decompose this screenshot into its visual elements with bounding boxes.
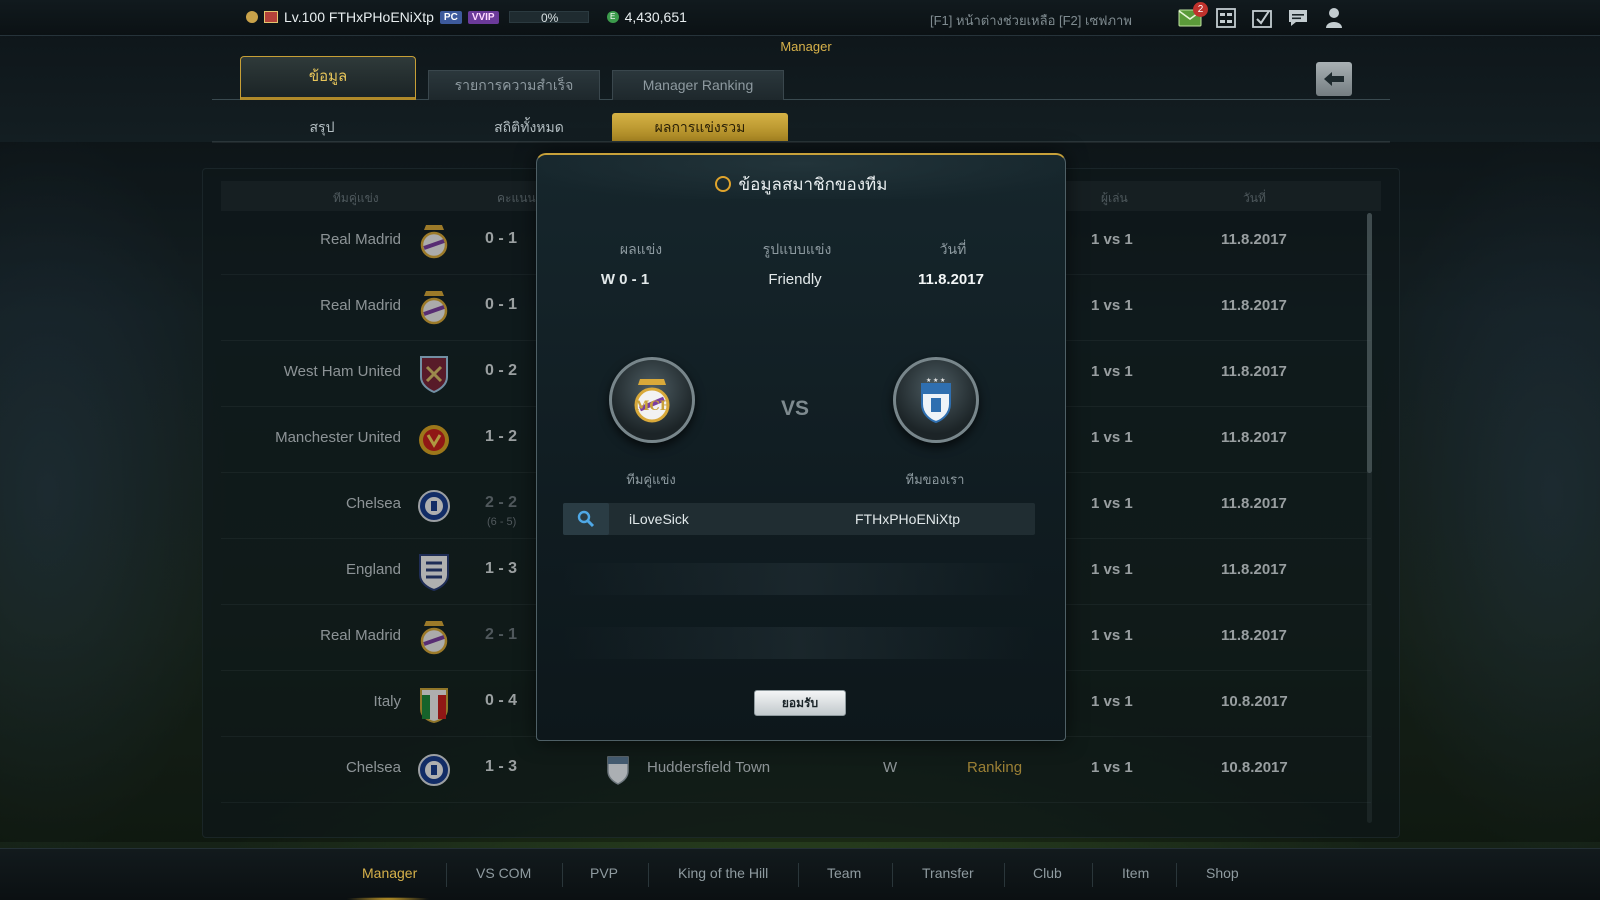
opponent-player-name: iLoveSick (629, 511, 689, 527)
search-icon (577, 510, 595, 528)
nav-club[interactable]: Club (1033, 865, 1062, 881)
country-flag-icon (264, 11, 278, 23)
svg-text:★: ★ (940, 377, 945, 384)
coin-icon: E (606, 11, 619, 23)
nav-divider (1176, 863, 1177, 887)
own-crest: ★ ★ ★ (893, 357, 979, 443)
result-label: ผลแข่ง (619, 241, 663, 257)
mail-icon[interactable]: 2 (1176, 2, 1208, 32)
huddersfield-crest-icon: ★ ★ ★ (921, 377, 951, 424)
nav-divider (648, 863, 649, 887)
opponent-crest: MCF (609, 357, 695, 443)
back-button[interactable] (1316, 62, 1352, 96)
checklist-icon[interactable] (1248, 4, 1276, 32)
real-madrid-crest-icon: MCF (634, 379, 670, 423)
search-circle-icon (714, 176, 731, 192)
svg-text:MCF: MCF (635, 399, 670, 414)
coin-balance: 4,430,651 (624, 9, 687, 25)
top-bar: Lv.100 FTHxPHoENiXtp PC VVIP 0% E 4,430,… (0, 0, 1600, 36)
nav-transfer[interactable]: Transfer (922, 865, 974, 881)
user-info: Lv.100 FTHxPHoENiXtp PC VVIP 0% E 4,430,… (246, 9, 687, 25)
dialog-title: ข้อมูลสมาชิกของทีม (537, 171, 1065, 198)
nav-divider (562, 863, 563, 887)
search-member-button[interactable] (563, 503, 609, 535)
opponent-side-label: ทีมคู่แข่ง (626, 472, 676, 487)
nav-pvp[interactable]: PVP (590, 865, 618, 881)
empty-member-row (563, 627, 1035, 659)
top-icons: 2 (1176, 2, 1348, 32)
versus-label: VS (781, 397, 810, 420)
profile-icon[interactable] (1320, 4, 1348, 32)
chat-icon[interactable] (1284, 4, 1312, 32)
subtab-match-results[interactable]: ผลการแข่งรวม (612, 113, 788, 141)
user-level-name: Lv.100 FTHxPHoENiXtp (284, 9, 434, 25)
subtab-all-stats[interactable]: สถิติทั้งหมด (444, 113, 614, 141)
mode-label: รูปแบบแข่ง (762, 241, 832, 257)
nav-vs-com[interactable]: VS COM (476, 865, 531, 881)
tab-info[interactable]: ข้อมูล (240, 56, 416, 100)
nav-king-of-the-hill[interactable]: King of the Hill (678, 865, 768, 881)
pc-badge: PC (439, 10, 462, 24)
help-hint: [F1] หน้าต่างช่วยเหลือ [F2] เซฟภาพ (930, 13, 1132, 28)
nav-divider (446, 863, 447, 887)
xp-progress-bar: 0% (508, 11, 589, 25)
svg-text:★: ★ (926, 377, 931, 384)
result-value: W 0 - 1 (600, 271, 650, 288)
nav-team[interactable]: Team (827, 865, 861, 881)
nav-divider (892, 863, 893, 887)
nav-item[interactable]: Item (1122, 865, 1149, 881)
rank-badge-icon (246, 11, 258, 23)
xp-percent: 0% (540, 11, 559, 25)
empty-member-row (563, 563, 1035, 595)
bottom-nav: Manager VS COM PVP King of the Hill Team… (0, 848, 1600, 900)
squad-icon[interactable] (1212, 4, 1240, 32)
date-value: 11.8.2017 (918, 271, 984, 288)
svg-text:★: ★ (933, 377, 938, 384)
vip-badge: VVIP (467, 10, 499, 24)
own-player-name: FTHxPHoENiXtp (855, 511, 961, 527)
back-arrow-icon (1324, 72, 1344, 86)
team-member-info-dialog: ข้อมูลสมาชิกของทีม ผลแข่ง W 0 - 1 รูปแบบ… (536, 153, 1066, 741)
section-title: Manager (780, 39, 832, 54)
subtab-summary[interactable]: สรุป (252, 113, 392, 141)
sub-tabs: สรุป สถิติทั้งหมด ผลการแข่งรวม (212, 110, 1390, 143)
accept-button[interactable]: ยอมรับ (754, 690, 846, 716)
date-label: วันที่ (939, 241, 967, 257)
mode-value: Friendly (768, 271, 822, 288)
own-side-label: ทีมของเรา (905, 472, 965, 487)
nav-shop[interactable]: Shop (1206, 865, 1239, 881)
tab-manager-ranking[interactable]: Manager Ranking (612, 70, 784, 100)
nav-divider (1092, 863, 1093, 887)
nav-divider (798, 863, 799, 887)
nav-manager[interactable]: Manager (362, 865, 417, 881)
nav-divider (1004, 863, 1005, 887)
main-tabs: ข้อมูล รายการความสำเร็จ Manager Ranking (212, 56, 1390, 100)
member-row: iLoveSick FTHxPHoENiXtp (563, 503, 1035, 535)
dialog-title-text: ข้อมูลสมาชิกของทีม (738, 175, 888, 194)
mail-count-badge: 2 (1193, 2, 1208, 17)
tab-achievements[interactable]: รายการความสำเร็จ (428, 70, 600, 100)
